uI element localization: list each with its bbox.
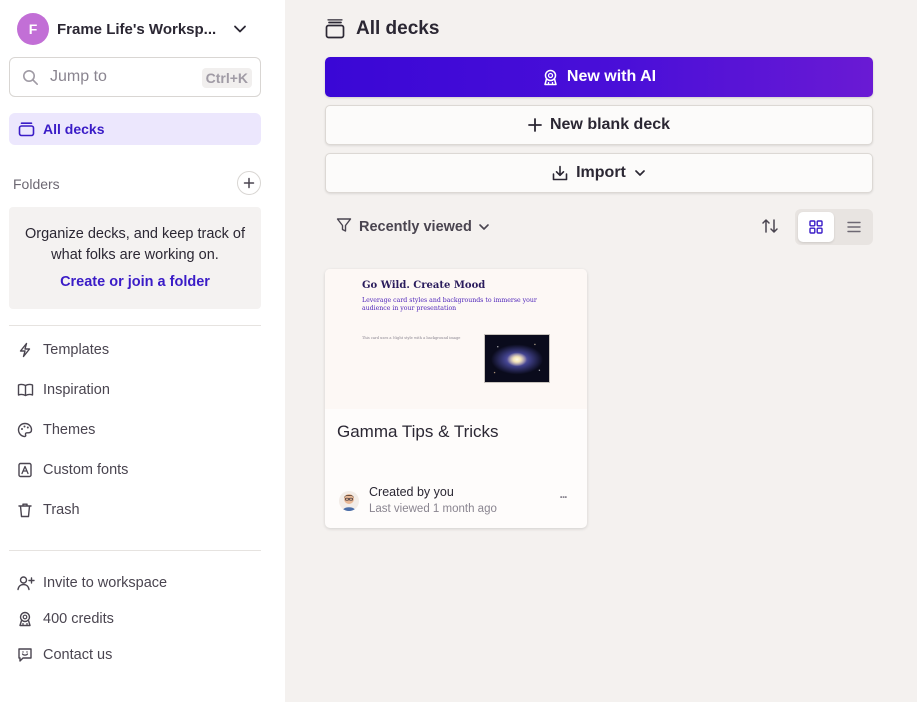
list-icon [846, 221, 861, 233]
sidebar-item-invite[interactable]: Invite to workspace [9, 568, 261, 598]
book-icon [17, 382, 34, 403]
sidebar-item-label: Contact us [43, 647, 113, 663]
import-label: Import [576, 164, 626, 181]
search-box[interactable]: Ctrl+K [9, 57, 261, 97]
new-blank-deck-label: New blank deck [549, 116, 671, 133]
chevron-down-icon [634, 167, 646, 179]
import-icon [552, 165, 568, 181]
new-with-ai-button[interactable]: New with AI [325, 57, 873, 97]
folders-empty-state: Organize decks, and keep track of what f… [9, 207, 261, 309]
plus-icon [528, 118, 542, 132]
credits-icon [17, 611, 33, 632]
sidebar-item-label: All decks [43, 121, 105, 137]
trash-icon [17, 502, 33, 523]
bolt-icon [17, 342, 33, 363]
sidebar-item-trash[interactable]: Trash [9, 495, 261, 525]
chevron-down-icon [233, 22, 247, 41]
search-input[interactable] [50, 66, 200, 88]
filter-label: Recently viewed [359, 219, 472, 235]
thumbnail-title: Go Wild. Create Mood [362, 280, 486, 291]
font-icon [17, 462, 33, 483]
deck-created-by: Created by you [369, 485, 454, 499]
sidebar-item-themes[interactable]: Themes [9, 415, 261, 445]
new-with-ai-label: New with AI [566, 68, 657, 85]
ai-robot-icon [542, 69, 559, 86]
sidebar-item-label: 400 credits [43, 611, 114, 627]
page-header: All decks [325, 17, 439, 41]
workspace-name: Frame Life's Worksp... [57, 20, 217, 38]
sort-icon [762, 219, 778, 233]
decks-icon [18, 121, 35, 142]
folders-message: Organize decks, and keep track of what f… [24, 226, 246, 263]
invite-user-icon [17, 575, 35, 596]
new-blank-deck-button[interactable]: New blank deck [325, 105, 873, 145]
filter-icon [336, 217, 352, 238]
grid-icon [809, 220, 823, 234]
divider [9, 550, 261, 551]
galaxy-image [484, 334, 550, 383]
sidebar-item-label: Inspiration [43, 382, 110, 398]
chevron-down-icon [478, 221, 490, 233]
sidebar-item-credits[interactable]: 400 credits [9, 604, 261, 634]
sidebar: F Frame Life's Worksp... Ctrl+K All deck… [0, 0, 285, 702]
sidebar-item-inspiration[interactable]: Inspiration [9, 375, 261, 405]
avatar [339, 491, 359, 511]
sidebar-item-custom-fonts[interactable]: Custom fonts [9, 455, 261, 485]
sidebar-item-label: Templates [43, 342, 110, 358]
filter-dropdown[interactable]: Recently viewed [336, 216, 490, 238]
folders-header: Folders [13, 176, 60, 192]
deck-last-viewed: Last viewed 1 month ago [369, 503, 497, 515]
thumbnail-caption: This card uses a Night style with a back… [362, 336, 461, 340]
sidebar-item-all-decks[interactable]: All decks [9, 113, 261, 145]
deck-card[interactable]: Go Wild. Create Mood Leverage card style… [325, 269, 587, 528]
chat-icon [17, 647, 33, 668]
sidebar-item-templates[interactable]: Templates [9, 335, 261, 365]
import-button[interactable]: Import [325, 153, 873, 193]
sidebar-item-label: Themes [43, 422, 96, 438]
grid-view-button[interactable] [798, 212, 834, 242]
workspace-avatar: F [17, 13, 49, 45]
search-icon [22, 69, 39, 91]
more-options-button[interactable]: ... [553, 487, 573, 501]
list-view-button[interactable] [837, 212, 870, 242]
palette-icon [17, 422, 33, 443]
sort-button[interactable] [760, 216, 782, 238]
page-title: All decks [356, 18, 440, 39]
sidebar-item-label: Invite to workspace [43, 575, 168, 591]
workspace-switcher[interactable]: F Frame Life's Worksp... [17, 13, 257, 45]
plus-icon [243, 177, 255, 189]
thumbnail-subtitle: Leverage card styles and backgrounds to … [362, 297, 537, 312]
add-folder-button[interactable] [237, 171, 261, 195]
decks-icon [325, 19, 345, 44]
sidebar-item-contact[interactable]: Contact us [9, 640, 261, 670]
sidebar-item-label: Custom fonts [43, 462, 129, 478]
divider [9, 325, 261, 326]
view-toggle [795, 209, 873, 245]
sidebar-item-label: Trash [43, 502, 80, 518]
deck-title: Gamma Tips & Tricks [337, 422, 499, 441]
deck-thumbnail: Go Wild. Create Mood Leverage card style… [325, 269, 587, 409]
create-folder-link[interactable]: Create or join a folder [9, 274, 261, 290]
shortcut-hint: Ctrl+K [201, 68, 252, 88]
